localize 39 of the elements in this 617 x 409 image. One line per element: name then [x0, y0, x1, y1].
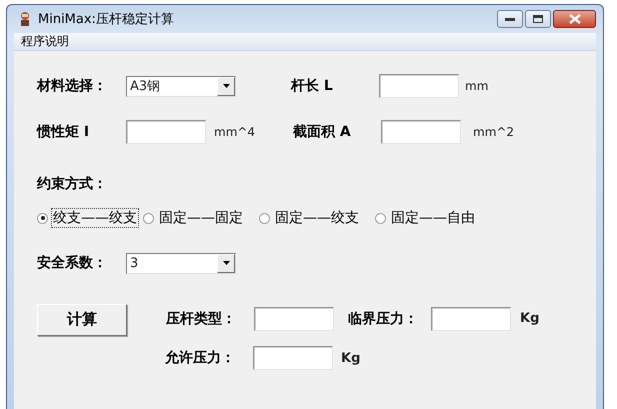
- menu-item[interactable]: 程序说明: [14, 33, 76, 50]
- dropdown[interactable]: A3钢: [126, 76, 236, 96]
- input-field[interactable]: [381, 120, 461, 144]
- maximize-button[interactable]: [525, 10, 551, 28]
- radio-option[interactable]: 固定——自由: [375, 208, 477, 228]
- dropdown[interactable]: 3: [126, 252, 236, 274]
- input-field[interactable]: [431, 306, 511, 330]
- field-label: 临界压力：: [348, 310, 419, 328]
- unit-label: Kg: [341, 350, 360, 366]
- field-label: 杆长 L: [291, 77, 334, 95]
- radio-option[interactable]: 固定——固定: [143, 208, 245, 228]
- minimize-icon: [505, 17, 515, 21]
- close-icon: [568, 14, 580, 24]
- dropdown-value: 3: [129, 254, 140, 272]
- dropdown-arrow-icon: [222, 84, 230, 88]
- input-field[interactable]: [254, 306, 334, 330]
- app-icon: [18, 11, 32, 27]
- field-label: 惯性矩 I: [37, 123, 90, 141]
- maximize-icon: [533, 15, 543, 23]
- radio-option[interactable]: 固定——绞支: [259, 208, 361, 228]
- field-label: 截面积 A: [293, 123, 352, 141]
- field-label: 安全系数：: [37, 254, 108, 272]
- dropdown-value: A3钢: [129, 78, 162, 96]
- field-label: 材料选择：: [37, 77, 108, 95]
- dropdown-arrow-icon: [222, 261, 230, 265]
- input-field[interactable]: [379, 74, 459, 98]
- unit-label: Kg: [520, 311, 540, 326]
- minimize-button[interactable]: [497, 10, 523, 28]
- close-button[interactable]: [553, 10, 596, 28]
- unit-label: mm^4: [214, 125, 256, 139]
- input-field[interactable]: [253, 346, 333, 370]
- input-field[interactable]: [126, 120, 206, 144]
- unit-label: mm^2: [473, 125, 514, 139]
- field-label: 压杆类型：: [166, 310, 237, 328]
- window-title: MiniMax:压杆稳定计算: [38, 11, 174, 28]
- field-label: 允许压力：: [165, 349, 236, 367]
- unit-label: mm: [465, 79, 488, 93]
- section-label: 约束方式：: [37, 175, 107, 193]
- calculate-button[interactable]: 计算: [37, 304, 127, 336]
